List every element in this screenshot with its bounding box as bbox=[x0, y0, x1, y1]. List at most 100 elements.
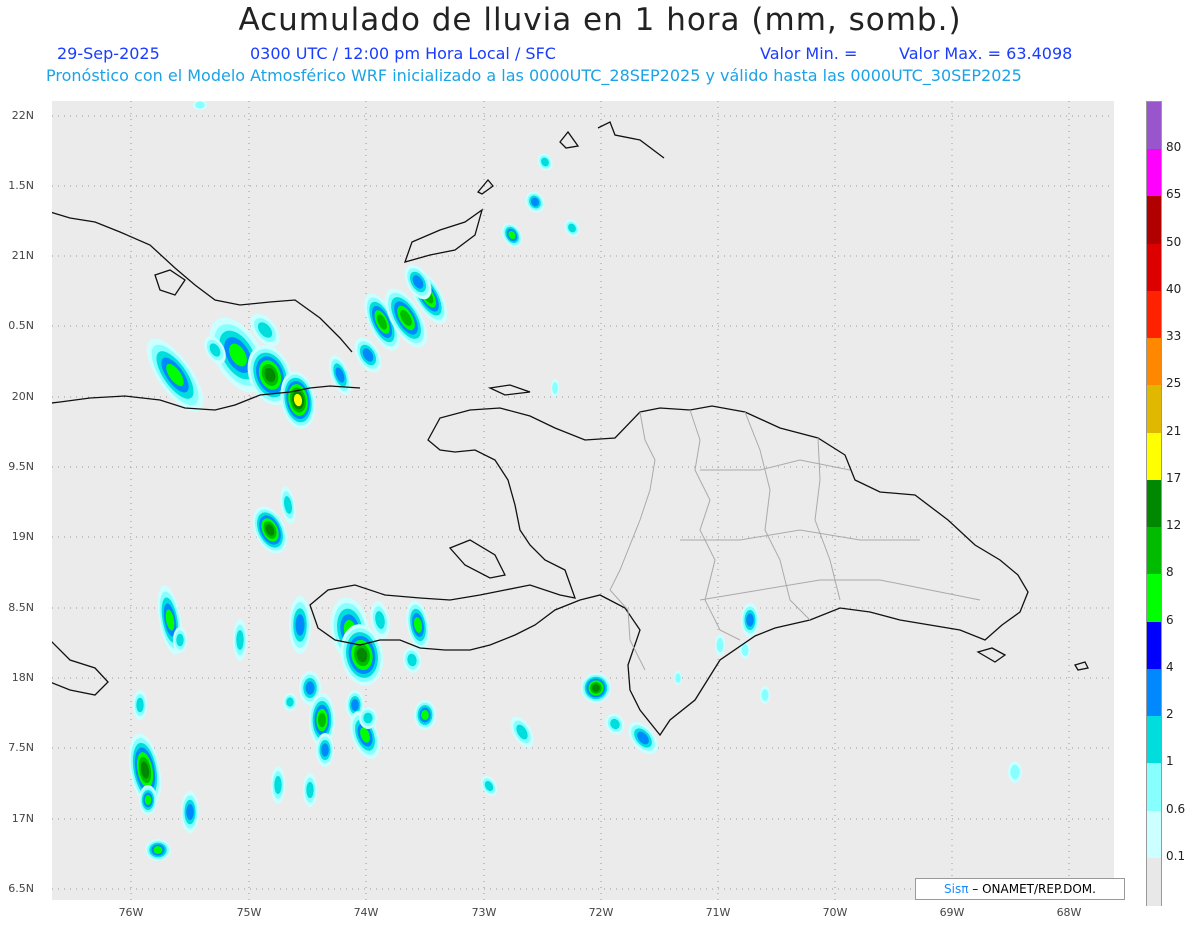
colorbar-label: 25 bbox=[1166, 376, 1182, 391]
precip-cell bbox=[551, 379, 559, 397]
precip-contour bbox=[274, 776, 282, 794]
lon-label: 69W bbox=[939, 906, 965, 919]
precip-contour bbox=[741, 644, 749, 656]
colorbar-label: 2 bbox=[1166, 707, 1174, 722]
island-saona bbox=[976, 647, 1007, 663]
colorbar-swatch bbox=[1147, 668, 1161, 717]
island-tortuga bbox=[487, 384, 531, 396]
precip-cell bbox=[501, 222, 523, 248]
precip-cell bbox=[480, 775, 498, 797]
forecast-date: 29-Sep-2025 bbox=[57, 44, 160, 63]
colorbar-swatch bbox=[1147, 479, 1161, 528]
precip-cell bbox=[414, 700, 436, 730]
precip-cell bbox=[1008, 761, 1022, 783]
precipitation-layer bbox=[128, 101, 1022, 861]
lat-label: 7.5N bbox=[8, 741, 34, 754]
colorbar-label: 80 bbox=[1166, 140, 1182, 155]
lon-label: 72W bbox=[588, 906, 614, 919]
precip-contour bbox=[286, 697, 294, 707]
colorbar-swatch bbox=[1147, 763, 1161, 812]
hispaniola-coastline bbox=[309, 405, 1029, 737]
lon-label: 71W bbox=[705, 906, 731, 919]
lat-label: 1.5N bbox=[8, 179, 34, 192]
colorbar-label: 0.6 bbox=[1166, 801, 1186, 816]
colorbar-swatch bbox=[1147, 196, 1161, 245]
precip-cell bbox=[510, 716, 534, 748]
precip-cell bbox=[525, 191, 545, 213]
max-value: Valor Max. = 63.4098 bbox=[899, 44, 1073, 63]
colorbar-label: 12 bbox=[1166, 518, 1182, 533]
colorbar-swatch bbox=[1147, 621, 1161, 670]
colorbar-label: 33 bbox=[1166, 329, 1182, 344]
precip-cell bbox=[741, 603, 759, 637]
map-title: Acumulado de lluvia en 1 hora (mm, somb.… bbox=[238, 2, 962, 38]
precip-cell bbox=[233, 619, 247, 661]
precip-cell bbox=[133, 690, 147, 720]
colorbar-swatch bbox=[1147, 243, 1161, 292]
lat-label: 0.5N bbox=[8, 319, 34, 332]
precip-cell bbox=[740, 641, 750, 659]
sis-logo: Sisπ bbox=[944, 882, 969, 896]
map-canvas bbox=[52, 101, 1114, 900]
colorbar-label: 17 bbox=[1166, 470, 1182, 485]
colorbar bbox=[1146, 101, 1162, 906]
island-small-1 bbox=[476, 178, 494, 195]
colorbar-swatch bbox=[1147, 857, 1161, 906]
colorbar-swatch bbox=[1147, 102, 1161, 150]
colorbar-swatch bbox=[1147, 432, 1161, 481]
precip-contour bbox=[153, 846, 163, 854]
colorbar-label: 0.1 bbox=[1166, 848, 1186, 863]
precip-contour bbox=[195, 101, 205, 109]
precip-cell bbox=[193, 101, 207, 110]
precip-cell bbox=[139, 785, 157, 815]
colorbar-label: 1 bbox=[1166, 754, 1174, 769]
precip-cell bbox=[402, 647, 422, 673]
precip-contour bbox=[1010, 764, 1020, 780]
province-borders bbox=[609, 409, 981, 671]
precip-cell bbox=[173, 627, 187, 653]
precip-cell bbox=[289, 596, 311, 654]
lon-label: 76W bbox=[118, 906, 144, 919]
precip-contour bbox=[421, 710, 429, 720]
precip-cell bbox=[674, 671, 682, 685]
credit-box: Sisπ – ONAMET/REP.DOM. bbox=[915, 878, 1125, 900]
colorbar-label: 40 bbox=[1166, 281, 1182, 296]
lat-label: 20N bbox=[11, 390, 34, 403]
lat-label: 9.5N bbox=[8, 460, 34, 473]
colorbar-label: 6 bbox=[1166, 612, 1174, 627]
colorbar-swatch bbox=[1147, 527, 1161, 576]
precip-cell bbox=[316, 733, 334, 767]
precip-contour bbox=[716, 637, 724, 653]
map-grid bbox=[52, 101, 1114, 900]
lat-label: 8.5N bbox=[8, 601, 34, 614]
precip-contour bbox=[144, 795, 152, 805]
precip-contour bbox=[176, 633, 184, 647]
cuba-east-tip bbox=[154, 269, 186, 296]
forecast-time: 0300 UTC / 12:00 pm Hora Local / SFC bbox=[250, 44, 556, 63]
precip-cell bbox=[181, 791, 199, 833]
lat-label: 6.5N bbox=[8, 882, 34, 895]
precip-cell bbox=[605, 713, 625, 735]
precip-cell bbox=[283, 693, 297, 711]
precip-contour bbox=[675, 673, 681, 683]
min-value: Valor Min. = bbox=[760, 44, 858, 63]
precip-contour bbox=[186, 804, 194, 820]
colorbar-swatch bbox=[1147, 574, 1161, 623]
precip-contour bbox=[363, 712, 373, 724]
lon-label: 75W bbox=[236, 906, 262, 919]
precip-cell bbox=[271, 766, 285, 804]
colorbar-label: 8 bbox=[1166, 565, 1174, 580]
colorbar-label: 50 bbox=[1166, 234, 1182, 249]
colorbar-label: 4 bbox=[1166, 659, 1174, 674]
precip-cell bbox=[715, 634, 725, 656]
island-small-2 bbox=[559, 130, 580, 149]
island-caicos bbox=[597, 121, 665, 159]
precip-cell bbox=[328, 355, 352, 395]
precip-contour bbox=[746, 613, 754, 627]
precip-contour bbox=[295, 614, 305, 636]
precip-cell bbox=[760, 686, 770, 704]
precip-contour bbox=[236, 630, 244, 650]
colorbar-swatch bbox=[1147, 149, 1161, 198]
precip-contour bbox=[318, 712, 326, 728]
lat-label: 18N bbox=[11, 671, 34, 684]
